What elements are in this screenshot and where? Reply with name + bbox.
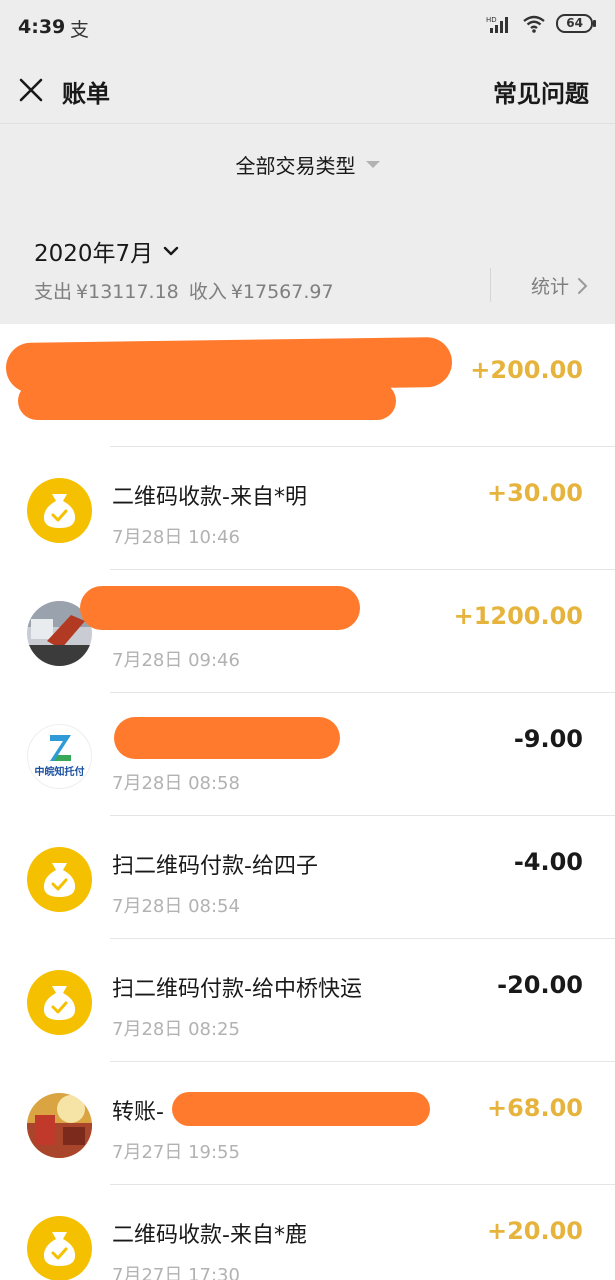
transaction-title: 二维码收款-来自*鹿 (112, 1223, 307, 1248)
money-bag-icon (43, 1232, 76, 1266)
month-selector[interactable]: 2020年7月 (34, 234, 179, 268)
transaction-amount: -20.00 (497, 971, 583, 999)
transaction-time: 7月28日 08:54 (112, 896, 240, 917)
merchant-logo-text: 中皖知托付 (34, 767, 85, 778)
transaction-type-filter[interactable]: 全部交易类型 (0, 124, 615, 204)
transaction-row[interactable]: 扫二维码付款-给中桥快运 7月28日 08:25 -20.00 (0, 939, 615, 1062)
avatar (27, 478, 92, 543)
avatar: 中皖知托付 (27, 724, 92, 789)
transaction-row[interactable]: 扫二维码付款-给四子 7月28日 08:54 -4.00 (0, 816, 615, 939)
signal-icon: HD (486, 16, 509, 33)
expense-total: ¥13117.18 (76, 281, 179, 303)
avatar (27, 1093, 92, 1158)
wifi-icon (523, 15, 546, 33)
month-header: 2020年7月 支出 ¥13117.18 收入 ¥17567.97 统计 (0, 204, 615, 324)
alipay-notification-icon: 支 (70, 19, 90, 41)
transaction-title: 二维码收款-来自*明 (112, 485, 307, 510)
money-bag-icon (43, 986, 76, 1020)
avatar (27, 1216, 92, 1280)
transaction-row[interactable]: 7月28日 09:46 +1200.00 (0, 570, 615, 693)
battery-icon: 64 (556, 14, 596, 33)
chevron-down-icon (163, 246, 179, 256)
transaction-list: +200.00 二维码收款-来自*明 7月28日 10:46 +30.00 7月… (0, 324, 615, 1280)
income-total: ¥17567.97 (230, 281, 334, 303)
transaction-row[interactable]: 中皖知托付 7月28日 08:58 -9.00 (0, 693, 615, 816)
caret-down-icon (365, 160, 380, 168)
transaction-amount: +1200.00 (453, 602, 583, 630)
transaction-time: 7月28日 08:58 (112, 773, 240, 794)
redaction-mark (172, 1092, 430, 1126)
transaction-amount: +20.00 (486, 1217, 583, 1245)
transaction-row[interactable]: 转账- 7月27日 19:55 +68.00 (0, 1062, 615, 1185)
title-bar: 账单 常见问题 (0, 58, 615, 124)
transaction-row[interactable]: 二维码收款-来自*明 7月28日 10:46 +30.00 (0, 447, 615, 570)
statistics-button[interactable]: 统计 (531, 272, 589, 299)
transaction-title: 转账- (112, 1100, 164, 1125)
merchant-logo-icon (50, 735, 71, 761)
photo-avatar-icon (27, 1093, 92, 1158)
transaction-amount: +200.00 (470, 356, 583, 384)
chevron-right-icon (578, 277, 588, 294)
page-title: 账单 (62, 80, 110, 108)
transaction-amount: +30.00 (486, 479, 583, 507)
transaction-time: 7月28日 08:25 (112, 1019, 240, 1040)
transaction-amount: +68.00 (486, 1094, 583, 1122)
transaction-row[interactable]: +200.00 (0, 324, 615, 447)
month-label: 2020年7月 (34, 241, 154, 267)
transaction-time: 7月27日 17:30 (112, 1265, 240, 1280)
income-label: 收入 (188, 281, 227, 303)
month-summary: 支出 ¥13117.18 收入 ¥17567.97 (34, 277, 338, 304)
transaction-time: 7月27日 19:55 (112, 1142, 240, 1163)
status-bar: 4:39 支 HD 64 (0, 0, 615, 58)
redaction-mark (80, 586, 360, 630)
transaction-time: 7月28日 10:46 (112, 527, 240, 548)
avatar (27, 847, 92, 912)
filter-label: 全部交易类型 (235, 153, 356, 178)
transaction-title: 扫二维码付款-给四子 (112, 854, 318, 879)
statistics-label: 统计 (530, 276, 569, 298)
status-time: 4:39 (18, 16, 66, 38)
expense-label: 支出 (34, 281, 73, 303)
divider (490, 268, 491, 302)
transaction-row[interactable]: 二维码收款-来自*鹿 7月27日 17:30 +20.00 (0, 1185, 615, 1280)
transaction-amount: -4.00 (513, 848, 583, 876)
network-label: HD (486, 16, 497, 24)
redaction-mark (18, 382, 396, 420)
transaction-title: 扫二维码付款-给中桥快运 (112, 977, 362, 1002)
money-bag-icon (43, 494, 76, 528)
status-icons: HD 64 (486, 14, 596, 33)
transaction-amount: -9.00 (513, 725, 583, 753)
avatar (27, 970, 92, 1035)
redaction-mark (114, 717, 340, 759)
close-icon[interactable] (18, 77, 44, 103)
transaction-time: 7月28日 09:46 (112, 650, 240, 671)
faq-button[interactable]: 常见问题 (493, 74, 589, 109)
money-bag-icon (43, 863, 76, 897)
